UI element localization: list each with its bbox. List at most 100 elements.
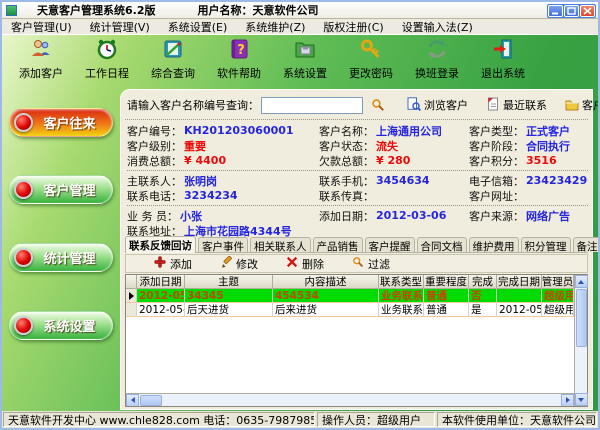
sidebar: 客户往来 客户管理 统计管理 系统设置 管理软件 天意更专业 [2, 83, 120, 413]
row-marker-icon [129, 292, 134, 300]
svg-text:?: ? [237, 43, 245, 58]
customer-management-button[interactable]: 客户管理 [565, 97, 600, 114]
tab-product-sales[interactable]: 产品销售 [313, 237, 363, 252]
app-icon [6, 5, 17, 16]
menu-customer-management[interactable]: 客户管理(U) [2, 19, 81, 35]
system-settings-button[interactable]: 系统设置 [272, 36, 338, 82]
change-password-button[interactable]: 更改密码 [338, 36, 404, 82]
menu-statistics-management[interactable]: 统计管理(V) [81, 19, 159, 35]
col-add-date[interactable]: 添加日期 [137, 275, 185, 289]
app-window: 天意客户管理系统6.2版 用户名称：天意软件公司 客户管理(U) 统计管理(V)… [0, 0, 600, 430]
status-license-unit: 本软件使用单位：天意软件公司 [437, 412, 597, 427]
comprehensive-query-button[interactable]: 综合查询 [140, 36, 206, 82]
menu-system-maintenance[interactable]: 系统维护(Z) [236, 19, 314, 35]
browse-customers-button[interactable]: 浏览客户 [407, 97, 468, 114]
table-row[interactable]: 2012-05-25 34345 454534 业务联系 普通 否 超级用户 [126, 289, 574, 303]
window-title: 天意客户管理系统6.2版 [37, 2, 156, 18]
tab-points-management[interactable]: 积分管理 [521, 237, 571, 252]
vertical-scrollbar[interactable] [574, 275, 587, 406]
menu-bar: 客户管理(U) 统计管理(V) 系统设置(E) 系统维护(Z) 版权注册(C) … [2, 20, 598, 34]
customer-stage-value: 合同执行 [526, 138, 570, 154]
tab-remarks[interactable]: 备注信息 [573, 237, 600, 252]
col-done-date[interactable]: 完成日期 [497, 275, 542, 289]
red-knob-icon [14, 248, 33, 267]
delete-x-icon [286, 256, 298, 271]
sidebar-item-system-settings[interactable]: 系统设置 [9, 311, 113, 340]
browse-customer-icon [407, 97, 421, 114]
sidebar-item-customer-contacts[interactable]: 客户往来 [9, 108, 113, 137]
menu-input-method[interactable]: 设置输入法(Z) [393, 19, 482, 35]
schedule-icon [96, 38, 118, 63]
filter-record-button[interactable]: 过滤 [352, 256, 390, 272]
separator [127, 170, 588, 171]
salesperson-value: 小张 [180, 208, 202, 224]
maximize-button[interactable] [564, 5, 579, 17]
window-user: 用户名称：天意软件公司 [198, 2, 319, 18]
customer-level-value: 重要 [184, 138, 206, 154]
customer-search-input[interactable] [261, 97, 363, 114]
scroll-right-icon[interactable] [561, 394, 574, 407]
col-description[interactable]: 内容描述 [273, 275, 379, 289]
close-button[interactable] [580, 5, 595, 17]
work-schedule-button[interactable]: 工作日程 [74, 36, 140, 82]
shift-login-button[interactable]: 换班登录 [404, 36, 470, 82]
modify-record-button[interactable]: 修改 [220, 256, 258, 272]
col-contact-type[interactable]: 联系类型 [379, 275, 424, 289]
tab-customer-events[interactable]: 客户事件 [198, 237, 248, 252]
customer-no-value: KH201203060001 [184, 124, 294, 137]
tab-related-contacts[interactable]: 相关联系人 [250, 237, 311, 252]
title-bar: 天意客户管理系统6.2版 用户名称：天意软件公司 [2, 2, 598, 19]
records-table: 添加日期 主题 内容描述 联系类型 重要程度 完成 完成日期 管理员 2012-… [125, 274, 588, 407]
password-icon [360, 38, 382, 63]
menu-system-settings[interactable]: 系统设置(E) [159, 19, 237, 35]
query-row: 请输入客户名称编号查询： 浏览客户 最近联系 [127, 95, 588, 115]
tab-maintenance-fees[interactable]: 维护费用 [469, 237, 519, 252]
filter-magnifier-icon [352, 256, 364, 271]
settings-icon [294, 38, 316, 63]
delete-record-button[interactable]: 删除 [286, 256, 324, 272]
minimize-button[interactable] [548, 5, 563, 17]
add-date-value: 2012-03-06 [376, 209, 446, 222]
shift-login-icon [426, 38, 448, 63]
red-knob-icon [14, 316, 33, 335]
record-actions: 添加 修改 删除 过滤 [125, 254, 588, 273]
scroll-left-icon[interactable] [126, 394, 139, 407]
customer-points-value: 3516 [526, 154, 557, 167]
vscroll-thumb[interactable] [576, 289, 587, 347]
tab-contract-documents[interactable]: 合同文档 [417, 237, 467, 252]
sidebar-item-statistics-management[interactable]: 统计管理 [9, 243, 113, 272]
tab-contact-feedback[interactable]: 联系反馈回访 [125, 236, 196, 253]
col-importance[interactable]: 重要程度 [424, 275, 469, 289]
add-plus-icon [154, 256, 166, 271]
sidebar-item-customer-management[interactable]: 客户管理 [9, 175, 113, 204]
total-consumption-value: ¥ 4400 [184, 154, 226, 167]
scroll-up-icon[interactable] [575, 275, 588, 288]
query-icon [162, 38, 184, 63]
recent-contacts-button[interactable]: 最近联系 [486, 97, 547, 114]
table-row[interactable]: 2012-05-22 后天进货 后来进货 业务联系 普通 是 2012-05-2… [126, 303, 574, 317]
menu-copyright-register[interactable]: 版权注册(C) [314, 19, 392, 35]
content-panel: 请输入客户名称编号查询： 浏览客户 最近联系 [120, 89, 593, 410]
customer-name-value: 上海通用公司 [376, 123, 442, 139]
col-done[interactable]: 完成 [469, 275, 497, 289]
exit-system-button[interactable]: 退出系统 [470, 36, 536, 82]
status-developer-info: 天意软件开发中心 www.chle828.com 电话：0635-7987985… [3, 412, 315, 427]
customer-manage-icon [565, 97, 579, 114]
table-empty-area [126, 317, 574, 393]
customer-info: 客户编号：KH201203060001 客户名称：上海通用公司 客户类型：正式客… [127, 123, 588, 238]
add-record-button[interactable]: 添加 [154, 256, 192, 272]
red-knob-icon [14, 113, 33, 132]
status-bar: 天意软件开发中心 www.chle828.com 电话：0635-7987985… [2, 411, 598, 428]
pencil-icon [220, 256, 232, 271]
col-subject[interactable]: 主题 [185, 275, 273, 289]
col-manager[interactable]: 管理员 [542, 275, 574, 289]
exit-icon [492, 38, 514, 63]
software-help-button[interactable]: ? 软件帮助 [206, 36, 272, 82]
table-header-row: 添加日期 主题 内容描述 联系类型 重要程度 完成 完成日期 管理员 [126, 275, 574, 289]
scroll-down-icon[interactable] [575, 393, 588, 406]
tab-customer-reminders[interactable]: 客户提醒 [365, 237, 415, 252]
add-customer-button[interactable]: 添加客户 [8, 36, 74, 82]
search-icon[interactable] [371, 98, 385, 112]
horizontal-scrollbar[interactable] [126, 393, 574, 406]
hscroll-thumb[interactable] [140, 395, 162, 406]
